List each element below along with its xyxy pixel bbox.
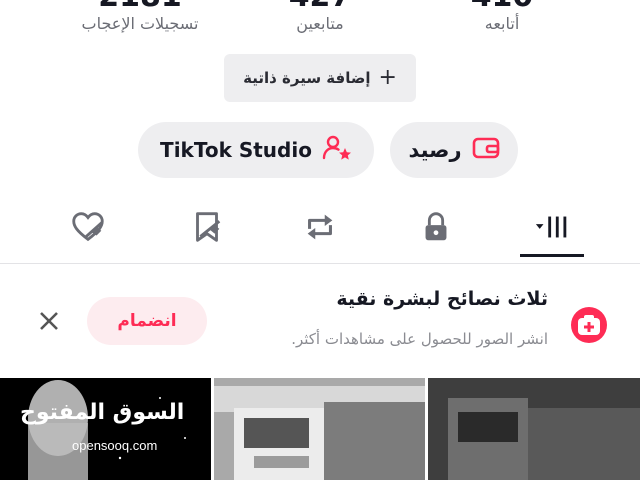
- join-button[interactable]: انضمام: [87, 297, 207, 345]
- tip-banner: ثلاث نصائح لبشرة نقية انشر الصور للحصول …: [0, 280, 640, 360]
- creator-star-icon: [322, 134, 352, 167]
- tab-reposts[interactable]: [290, 202, 350, 256]
- studio-label: TikTok Studio: [160, 138, 312, 162]
- brand-domain: opensooq.com: [72, 438, 158, 453]
- balance-button[interactable]: رصيد: [390, 122, 518, 178]
- likes-count: 2181: [50, 0, 230, 14]
- profile-tabs: [0, 202, 640, 257]
- tiktok-studio-button[interactable]: TikTok Studio: [138, 122, 374, 178]
- add-photo-icon: [571, 307, 607, 343]
- following-count: 410: [412, 0, 592, 14]
- close-icon[interactable]: [36, 308, 62, 334]
- repost-icon: [301, 208, 339, 250]
- followers-count: 427: [230, 0, 410, 14]
- tab-videos[interactable]: [522, 202, 584, 256]
- stat-likes[interactable]: 2181 تسجيلات الإعجاب: [50, 0, 230, 33]
- profile-stats: 2181 تسجيلات الإعجاب 427 متابعين 410 أتا…: [0, 0, 640, 40]
- active-tab-indicator: [520, 254, 584, 257]
- video-thumbnail[interactable]: السوق المفتوح opensooq.com: [0, 378, 211, 480]
- video-thumbnail[interactable]: [428, 378, 640, 480]
- balance-label: رصيد: [408, 138, 462, 162]
- followers-label: متابعين: [296, 14, 344, 33]
- tip-subtitle: انشر الصور للحصول على مشاهدات أكثر.: [291, 330, 548, 348]
- add-bio-button[interactable]: + إضافة سيرة ذاتية: [224, 54, 416, 102]
- liked-heart-icon: [69, 208, 107, 250]
- tab-favorites[interactable]: [177, 202, 237, 256]
- tab-liked[interactable]: [58, 202, 118, 256]
- wallet-icon: [472, 136, 500, 165]
- divider: [0, 263, 640, 264]
- tab-private[interactable]: [406, 202, 466, 256]
- following-label: أتابعه: [484, 14, 520, 33]
- grid-icon: [534, 208, 572, 250]
- tip-title: ثلاث نصائح لبشرة نقية: [336, 288, 548, 310]
- video-grid: السوق المفتوح opensooq.com: [0, 378, 640, 480]
- lock-icon: [417, 208, 455, 250]
- stat-followers[interactable]: 427 متابعين: [230, 0, 410, 33]
- bookmark-icon: [188, 208, 226, 250]
- plus-icon: +: [378, 65, 397, 90]
- add-bio-label: إضافة سيرة ذاتية: [243, 69, 371, 87]
- likes-label: تسجيلات الإعجاب: [81, 14, 199, 33]
- brand-logo-text: السوق المفتوح: [20, 400, 185, 425]
- stat-following[interactable]: 410 أتابعه: [412, 0, 592, 33]
- video-thumbnail[interactable]: [214, 378, 425, 480]
